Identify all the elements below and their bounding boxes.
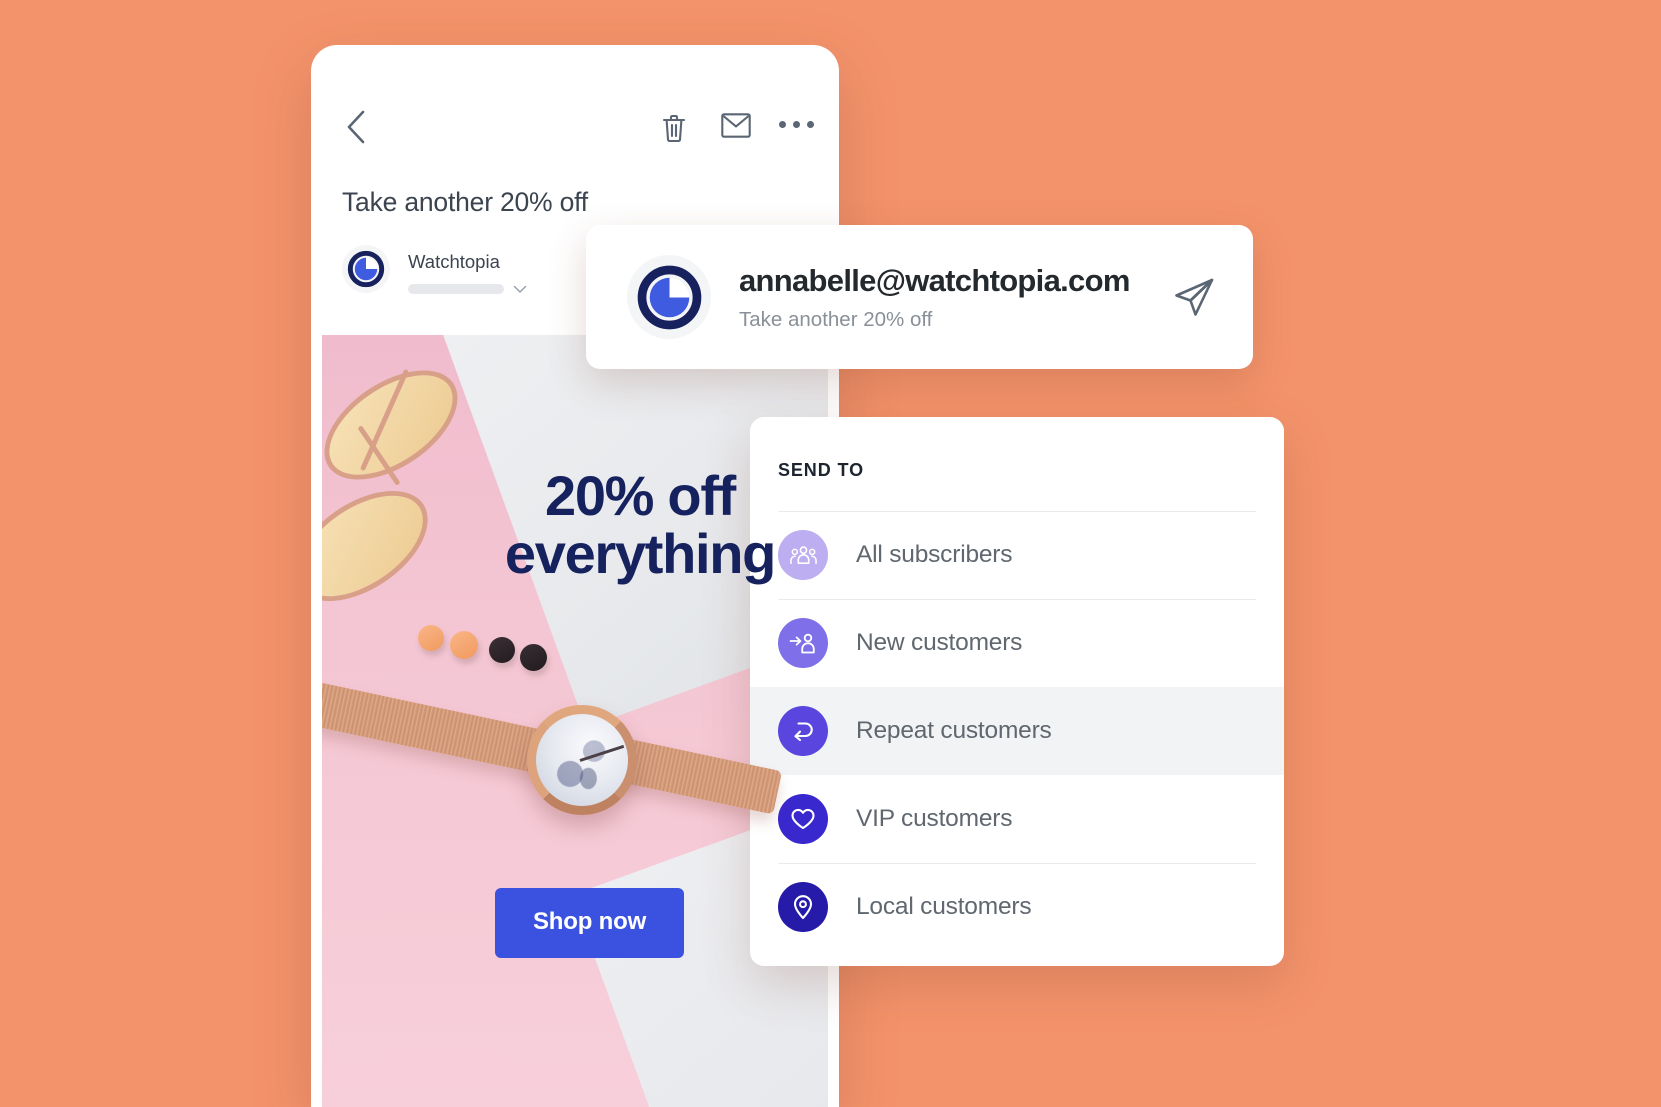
notification-subject: Take another 20% off xyxy=(739,307,933,331)
send-to-panel: SEND TO All subscribers New customers Re… xyxy=(750,417,1284,966)
watchtopia-clock-logo-icon xyxy=(342,245,390,293)
map-pin-icon xyxy=(778,882,828,932)
send-to-item-label: All subscribers xyxy=(856,541,1013,568)
email-sender-row: Watchtopia xyxy=(342,245,527,294)
sender-detail-row[interactable] xyxy=(408,284,527,294)
send-to-item-label: Repeat customers xyxy=(856,717,1052,744)
sender-address-placeholder-bar xyxy=(408,284,504,294)
app-canvas: Take another 20% off Watchtopia 20% off … xyxy=(0,0,1661,1107)
chevron-left-icon[interactable] xyxy=(345,109,367,145)
paper-plane-icon[interactable] xyxy=(1171,274,1217,320)
promo-headline-line1: 20% off xyxy=(544,464,736,527)
email-subject-title: Take another 20% off xyxy=(342,187,588,217)
chevron-down-icon[interactable] xyxy=(513,285,527,294)
send-to-item-repeat-customers[interactable]: Repeat customers xyxy=(750,687,1284,775)
earring-stud xyxy=(520,644,547,671)
trash-icon[interactable] xyxy=(661,113,687,143)
envelope-icon[interactable] xyxy=(721,113,751,138)
promo-headline: 20% off everything xyxy=(470,467,810,582)
promo-headline-line2: everything xyxy=(504,521,777,585)
user-arrow-in-icon xyxy=(778,618,828,668)
send-to-item-label: Local customers xyxy=(856,893,1032,920)
shop-now-button[interactable]: Shop now xyxy=(495,888,685,958)
earring-stud xyxy=(418,625,444,651)
heart-icon xyxy=(778,794,828,844)
more-horizontal-icon[interactable] xyxy=(779,121,814,128)
send-to-list: All subscribers New customers Repeat cus… xyxy=(750,511,1284,951)
watchtopia-clock-logo-icon xyxy=(627,255,711,339)
sender-name: Watchtopia xyxy=(408,251,500,272)
send-to-item-new-customers[interactable]: New customers xyxy=(750,599,1284,687)
earring-stud xyxy=(450,631,478,659)
email-notification-card[interactable]: annabelle@watchtopia.com Take another 20… xyxy=(586,225,1253,369)
phone-toolbar xyxy=(311,45,839,144)
send-to-item-all-subscribers[interactable]: All subscribers xyxy=(750,511,1284,599)
earring-stud xyxy=(489,637,515,663)
send-to-item-label: New customers xyxy=(856,629,1023,656)
return-arrow-icon xyxy=(778,706,828,756)
send-to-item-label: VIP customers xyxy=(856,805,1013,832)
send-to-item-local-customers[interactable]: Local customers xyxy=(750,863,1284,951)
recipient-email-address: annabelle@watchtopia.com xyxy=(739,262,1130,298)
send-to-item-vip-customers[interactable]: VIP customers xyxy=(750,775,1284,863)
